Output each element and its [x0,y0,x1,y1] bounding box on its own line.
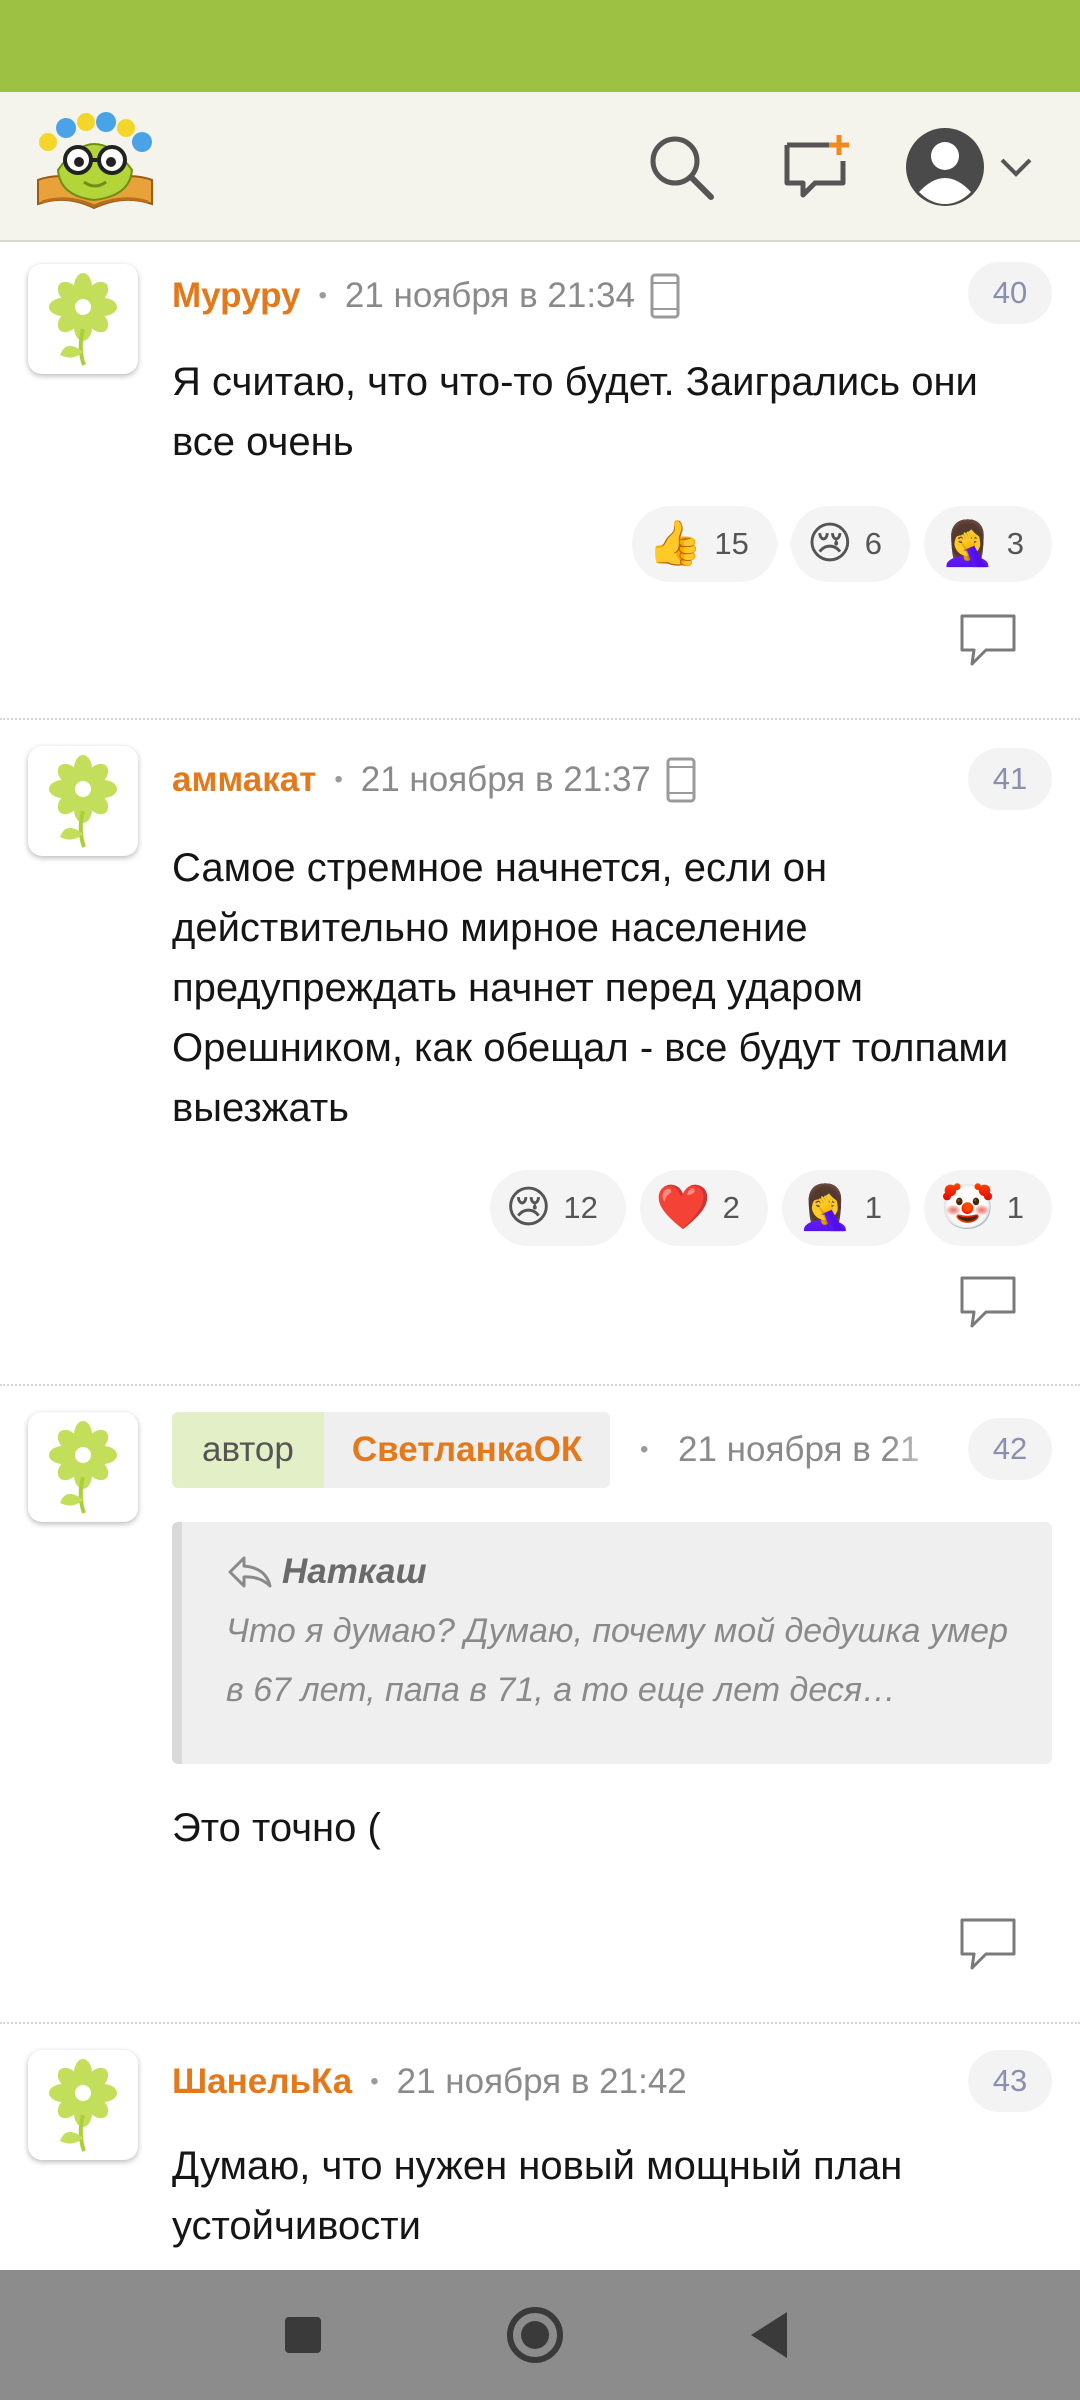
comment-number-badge[interactable]: 40 [968,262,1052,324]
back-button[interactable] [734,2300,804,2370]
reactions-bar: 👍 15 😢 6 🤦‍♀️ 3 [631,506,1052,582]
crying-face-icon: 😢 [806,519,853,568]
author-tag: автор [172,1412,324,1488]
comment-author[interactable]: Муруру [172,276,300,316]
recents-square-icon [285,2317,321,2353]
quote-text: Что я думаю? Думаю, почему мой дедушка у… [226,1612,1008,1709]
comment-number-badge[interactable]: 43 [968,2050,1052,2112]
comment-number-badge[interactable]: 41 [968,748,1052,810]
comment-time-text: 21 ноября в 21 [678,1430,920,1469]
reaction-clown[interactable]: 🤡 1 [923,1170,1052,1246]
clown-icon: 🤡 [939,1183,995,1232]
heart-icon: ❤️ [655,1183,711,1232]
meta-separator: • [318,282,327,309]
facepalm-icon: 🤦‍♀️ [797,1183,853,1232]
comment-author[interactable]: ШанельКа [172,2062,352,2102]
comment-text: Это точно ( [172,1806,381,1850]
quote-author: Наткаш [282,1552,427,1591]
comment-time: 21 ноября в 21:34 [344,276,635,315]
comment-text: Думаю, что нужен новый мощный план устой… [172,2144,903,2248]
reaction-count: 1 [864,1190,882,1225]
comments-feed[interactable]: Муруру • 21 ноября в 21:34 40 Я считаю, … [0,242,1080,2270]
crying-face-icon: 😢 [505,1183,552,1232]
new-post-button[interactable] [770,122,860,212]
reaction-thumbs-up[interactable]: 👍 15 [631,506,777,582]
reaction-facepalm[interactable]: 🤦‍♀️ 1 [781,1170,910,1246]
reaction-count: 6 [864,526,882,561]
reply-icon[interactable] [958,1916,1018,1972]
flower-avatar-icon [49,755,117,848]
comment-time: 21 ноября в 21:37 [360,760,651,799]
recents-button[interactable] [268,2300,338,2370]
profile-avatar-icon [906,128,984,206]
comment-author[interactable]: СветланкаОК [323,1412,611,1488]
reaction-heart[interactable]: ❤️ 2 [639,1170,768,1246]
reaction-facepalm[interactable]: 🤦‍♀️ 3 [923,506,1052,582]
reaction-count: 2 [722,1190,740,1225]
comment-time: 21 ноября в 21 [678,1412,958,1488]
reaction-count: 1 [1006,1190,1024,1225]
chevron-down-icon [1000,158,1032,177]
app-header [0,92,1080,242]
meta-separator: • [370,2068,379,2095]
comment-author[interactable]: аммакат [172,760,316,800]
reply-icon[interactable] [958,612,1018,668]
phone-icon [649,273,681,319]
comment-item: аммакат • 21 ноября в 21:37 41 Самое стр… [0,720,1080,1386]
reaction-count: 3 [1006,526,1024,561]
home-circle-icon [507,2307,563,2363]
phone-icon [665,757,697,803]
comment-meta: аммакат • 21 ноября в 21:37 [172,750,697,810]
comment-time: 21 ноября в 21:42 [396,2062,687,2101]
reaction-crying[interactable]: 😢 12 [489,1170,626,1246]
home-button[interactable] [500,2300,570,2370]
user-avatar[interactable] [28,2050,138,2160]
user-avatar[interactable] [28,1412,138,1522]
comment-meta: Муруру • 21 ноября в 21:34 [172,266,681,326]
reaction-count: 12 [563,1190,598,1225]
flower-avatar-icon [49,273,117,366]
comment-text: Я считаю, что что-то будет. Заигрались о… [172,360,978,464]
reaction-crying[interactable]: 😢 6 [790,506,910,582]
meta-separator: • [640,1436,649,1463]
facepalm-icon: 🤦‍♀️ [939,519,995,568]
reactions-bar: 😢 12 ❤️ 2 🤦‍♀️ 1 🤡 1 [489,1170,1052,1246]
reply-icon[interactable] [958,1274,1018,1330]
back-triangle-icon [751,2312,787,2358]
new-post-icon [784,135,849,198]
profile-menu-button[interactable] [900,122,1040,212]
site-logo[interactable] [30,108,160,220]
system-navigation-bar [0,2270,1080,2400]
comment-text: Самое стремное начнется, если он действи… [172,846,1009,1130]
comment-item: Муруру • 21 ноября в 21:34 40 Я считаю, … [0,242,1080,720]
user-avatar[interactable] [28,746,138,856]
author-chip[interactable]: автор СветланкаОК [172,1412,611,1488]
user-avatar[interactable] [28,264,138,374]
thumbs-up-icon: 👍 [647,519,703,568]
reaction-count: 15 [714,526,749,561]
flower-avatar-icon [49,2059,117,2152]
flower-avatar-icon [49,1421,117,1514]
comment-item: ШанельКа • 21 ноября в 21:42 43 Думаю, ч… [0,2024,1080,2270]
status-bar [0,0,1080,92]
comment-item: автор СветланкаОК • 21 ноября в 21 42 На… [0,1386,1080,2024]
search-button[interactable] [636,122,726,212]
reply-arrow-icon [228,1556,272,1588]
meta-separator: • [334,766,343,793]
quoted-comment[interactable]: Наткаш Что я думаю? Думаю, почему мой де… [172,1522,1052,1764]
quote-header: Наткаш [226,1542,1008,1602]
comment-number-badge[interactable]: 42 [968,1418,1052,1480]
search-icon [650,136,714,200]
comment-meta: ШанельКа • 21 ноября в 21:42 [172,2052,687,2112]
